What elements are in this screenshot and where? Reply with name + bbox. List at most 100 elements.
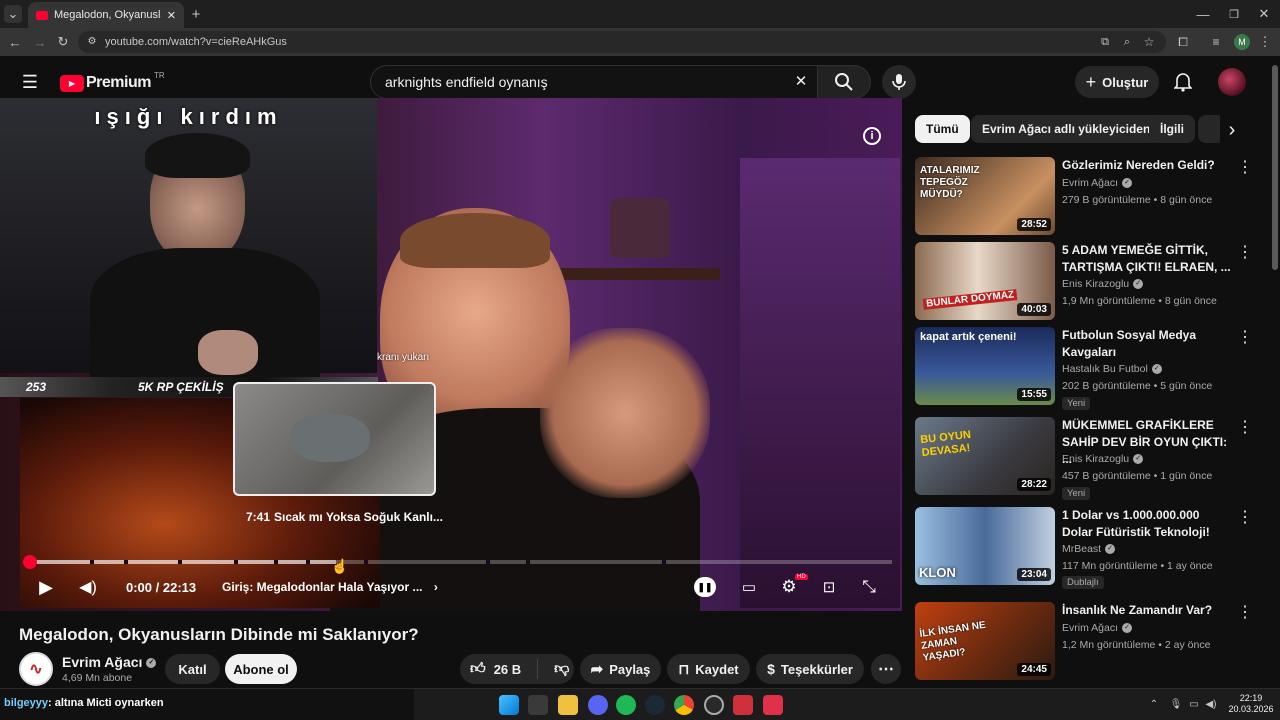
hamburger-menu-icon[interactable]: ☰ <box>20 72 40 92</box>
reload-icon[interactable]: ↻ <box>55 34 71 50</box>
video-thumbnail[interactable]: ATALARIMIZ TEPEGÖZ MÜYDÜ? 28:52 <box>915 157 1055 235</box>
search-input[interactable]: arknights endfield oynanış ✕ <box>370 65 818 99</box>
recommendation-item[interactable]: BUNLAR DOYMAZ 40:03 5 ADAM YEMEĞE GİTTİK… <box>915 242 1270 322</box>
more-options-icon[interactable]: ⋮ <box>1237 329 1253 347</box>
autoplay-toggle[interactable]: ❚❚ <box>694 577 716 597</box>
hd-badge: HD <box>795 574 808 580</box>
video-thumbnail[interactable]: BU OYUN DEVASA! 28:22 <box>915 417 1055 495</box>
forward-icon[interactable]: → <box>32 34 48 50</box>
thanks-button[interactable]: $ Teşekkürler <box>756 654 864 684</box>
video-thumbnail[interactable]: KLON 23:04 <box>915 507 1055 585</box>
steam-icon[interactable] <box>645 695 665 715</box>
voice-search-button[interactable] <box>882 65 916 99</box>
page-scrollbar[interactable] <box>1272 65 1278 270</box>
fullscreen-icon[interactable]: ⤡ <box>858 576 880 598</box>
video-player[interactable]: ışığı kırdım kranı yukarı 253 5K RP ÇEKİ… <box>0 98 902 611</box>
volume-icon[interactable]: ◀) <box>78 576 98 598</box>
info-icon[interactable]: i <box>863 127 881 145</box>
more-options-icon[interactable]: ⋮ <box>1237 159 1253 177</box>
tab-search-icon[interactable]: ⌄ <box>4 5 22 23</box>
thumbnail-text: ATALARIMIZ TEPEGÖZ MÜYDÜ? <box>920 165 980 200</box>
app-icon-red[interactable] <box>733 695 753 715</box>
clock[interactable]: 22:19 20.03.2026 <box>1228 693 1274 715</box>
channel-name-row[interactable]: Evrim Ağacı ✓ <box>62 654 157 670</box>
close-window-icon[interactable]: ✕ <box>1256 5 1272 23</box>
search-button[interactable] <box>817 65 871 99</box>
divider <box>537 659 539 679</box>
more-options-icon[interactable]: ⋮ <box>1237 244 1253 262</box>
filter-chip-uploader[interactable]: Evrim Ağacı adlı yükleyiciden <box>971 115 1162 143</box>
scrubber-handle[interactable] <box>23 555 37 569</box>
url-field[interactable]: ⚙ youtube.com/watch?v=cieReAHkGus ⧉ ⌕ ☆ <box>78 31 1166 53</box>
recommendation-meta: 1,2 Mn görüntüleme • 2 ay önce <box>1062 639 1211 651</box>
create-button[interactable]: + Oluştur <box>1075 66 1159 98</box>
notifications-bell-icon[interactable] <box>1172 70 1194 94</box>
chrome-icon[interactable] <box>674 695 694 715</box>
chip-label: Tümü <box>926 122 959 136</box>
close-tab-icon[interactable]: ✕ <box>167 9 176 22</box>
video-thumbnail[interactable]: İLK İNSAN NE ZAMAN YAŞADI? 24:45 <box>915 602 1055 680</box>
verified-check-icon: ✓ <box>1122 178 1133 189</box>
verified-check-icon: ✓ <box>1105 544 1116 555</box>
minimize-icon[interactable]: — <box>1195 5 1211 23</box>
browser-tab[interactable]: Megalodon, Okyanusların Dibinde ✕ <box>28 2 184 28</box>
recommendation-item[interactable]: kapat artık çeneni! 15:55 Futbolun Sosya… <box>915 327 1270 410</box>
install-icon[interactable]: ⧉ <box>1098 35 1112 49</box>
video-thumbnail[interactable]: BUNLAR DOYMAZ 40:03 <box>915 242 1055 320</box>
bookmark-star-icon[interactable]: ☆ <box>1142 35 1156 49</box>
app-icon-pink[interactable] <box>763 695 783 715</box>
zoom-icon[interactable]: ⌕ <box>1120 35 1134 49</box>
chapter-button[interactable]: Giriş: Megalodonlar Hala Yaşıyor ... › <box>222 580 438 594</box>
back-icon[interactable]: ← <box>7 34 23 50</box>
join-button[interactable]: Katıl <box>165 654 220 684</box>
microphone-icon <box>892 74 906 90</box>
chapter-divider <box>364 560 368 564</box>
theater-mode-icon[interactable]: ⊡ <box>818 576 840 598</box>
channel-avatar[interactable]: ∿ <box>19 652 53 686</box>
recommendation-item[interactable]: KLON 23:04 1 Dolar vs 1.000.000.000 Dola… <box>915 507 1270 589</box>
subscribe-button[interactable]: Abone ol <box>225 654 297 684</box>
preview-creature <box>290 414 370 462</box>
save-button[interactable]: ⊓ Kaydet <box>667 654 750 684</box>
spotify-icon[interactable] <box>616 695 636 715</box>
new-tab-icon[interactable]: + <box>188 5 204 23</box>
filter-chip-all[interactable]: Tümü <box>915 115 970 143</box>
obs-icon[interactable] <box>704 695 724 715</box>
chevron-right-icon[interactable]: › <box>1222 119 1242 141</box>
recommendation-item[interactable]: BU OYUN DEVASA! 28:22 MÜKEMMEL GRAFİKLER… <box>915 417 1270 500</box>
video-thumbnail[interactable]: kapat artık çeneni! 15:55 <box>915 327 1055 405</box>
tray-chevron-icon[interactable]: ⌃ <box>1148 698 1160 710</box>
subtitles-icon[interactable]: ▭ <box>738 576 760 598</box>
network-icon[interactable]: ▭ <box>1188 698 1200 710</box>
more-actions-icon[interactable]: ⋯ <box>871 654 901 684</box>
more-options-icon[interactable]: ⋮ <box>1237 604 1253 622</box>
tray-mic-icon[interactable]: 🎙︎ <box>1170 698 1183 710</box>
play-icon[interactable]: ▶ <box>36 576 56 598</box>
thumbs-down-icon[interactable]: 👎︎ <box>554 660 569 678</box>
new-badge: Yeni <box>1062 397 1091 410</box>
speaker-icon[interactable]: ◀) <box>1205 698 1217 710</box>
clear-search-icon[interactable]: ✕ <box>793 73 809 90</box>
file-explorer-icon[interactable] <box>558 695 578 715</box>
start-menu-icon[interactable] <box>499 695 519 715</box>
filter-chip-related[interactable]: İlgili <box>1149 115 1195 143</box>
more-options-icon[interactable]: ⋮ <box>1237 419 1253 437</box>
media-control-icon[interactable]: ≡ <box>1208 34 1224 50</box>
progress-bar[interactable] <box>23 555 892 569</box>
recommendation-item[interactable]: İLK İNSAN NE ZAMAN YAŞADI? 24:45 İnsanlı… <box>915 602 1270 682</box>
recommendation-item[interactable]: ATALARIMIZ TEPEGÖZ MÜYDÜ? 28:52 Gözlerim… <box>915 157 1270 237</box>
profile-avatar[interactable]: M <box>1234 34 1250 50</box>
like-button[interactable]: 👍︎ 26 B <box>470 660 521 678</box>
more-options-icon[interactable]: ⋮ <box>1237 509 1253 527</box>
notepad-app-icon[interactable] <box>528 695 548 715</box>
discord-icon[interactable] <box>588 695 608 715</box>
restore-icon[interactable]: ❐ <box>1226 5 1242 23</box>
recommendation-title: 1 Dolar vs 1.000.000.000 Dolar Fütüristi… <box>1062 508 1210 539</box>
account-avatar[interactable] <box>1218 68 1246 96</box>
youtube-logo[interactable]: ▶ Premium TR <box>60 71 165 94</box>
site-info-icon[interactable]: ⚙ <box>86 35 98 49</box>
menu-kebab-icon[interactable]: ⋮ <box>1258 34 1272 50</box>
progress-hover-fill <box>30 560 336 564</box>
share-button[interactable]: ➦ Paylaş <box>580 654 661 684</box>
extensions-icon[interactable]: ⧠ <box>1175 34 1191 50</box>
